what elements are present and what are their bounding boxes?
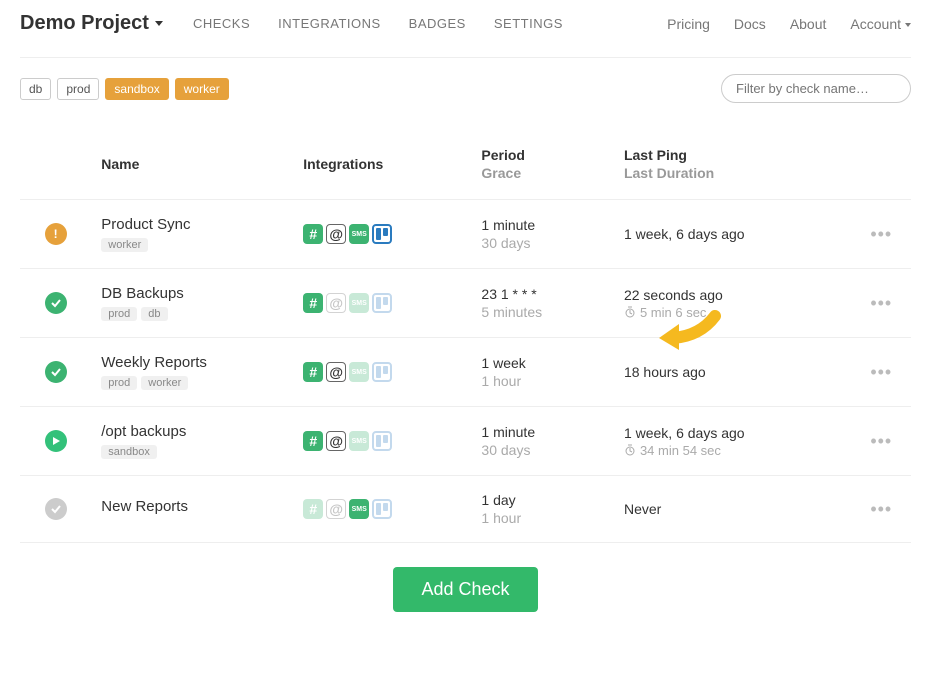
- status-play-icon: [45, 430, 67, 452]
- trello-icon[interactable]: [372, 362, 392, 382]
- col-ping: Last Ping: [624, 147, 687, 163]
- status-idle-icon: [45, 498, 67, 520]
- nav-about[interactable]: About: [790, 16, 827, 32]
- checks-table: Name Integrations Period Grace Last Ping…: [20, 139, 911, 636]
- mail-icon[interactable]: @: [326, 224, 346, 244]
- add-check-button[interactable]: Add Check: [393, 567, 537, 612]
- row-tag[interactable]: prod: [101, 376, 137, 390]
- filter-tag-prod[interactable]: prod: [57, 78, 99, 100]
- sms-icon[interactable]: SMS: [349, 499, 369, 519]
- row-tag[interactable]: worker: [101, 238, 148, 252]
- last-ping-value: Never: [624, 501, 842, 517]
- grace-value: 1 hour: [481, 510, 604, 526]
- row-menu-button[interactable]: •••: [870, 499, 892, 519]
- table-row: DB Backups proddb #@SMS 23 1 * * * 5 minutes…: [20, 269, 911, 338]
- row-tag[interactable]: db: [141, 307, 167, 321]
- project-name: Demo Project: [20, 12, 149, 35]
- filter-tags: dbprod sandbox worker: [20, 78, 229, 100]
- filter-tag-db[interactable]: db: [20, 78, 51, 100]
- trello-icon[interactable]: [372, 499, 392, 519]
- mail-icon[interactable]: @: [326, 431, 346, 451]
- nav-settings[interactable]: SETTINGS: [494, 16, 563, 31]
- period-value: 1 minute: [481, 217, 604, 233]
- filter-tag-sandbox[interactable]: sandbox: [105, 78, 168, 100]
- row-menu-button[interactable]: •••: [870, 293, 892, 313]
- row-menu-button[interactable]: •••: [870, 224, 892, 244]
- nav-main: CHECKS INTEGRATIONS BADGES SETTINGS: [193, 16, 563, 31]
- nav-integrations[interactable]: INTEGRATIONS: [278, 16, 381, 31]
- row-menu-button[interactable]: •••: [870, 431, 892, 451]
- period-value: 1 day: [481, 492, 604, 508]
- table-row: /opt backups sandbox #@SMS 1 minute 30 days 1…: [20, 407, 911, 476]
- slack-icon[interactable]: #: [303, 362, 323, 382]
- period-value: 23 1 * * *: [481, 286, 604, 302]
- slack-icon[interactable]: #: [303, 224, 323, 244]
- trello-icon[interactable]: [372, 293, 392, 313]
- status-warn-icon: !: [45, 223, 67, 245]
- last-duration-value: 34 min 54 sec: [624, 443, 842, 458]
- mail-icon[interactable]: @: [326, 293, 346, 313]
- last-ping-value: 1 week, 6 days ago: [624, 425, 842, 441]
- slack-icon[interactable]: #: [303, 293, 323, 313]
- sms-icon[interactable]: SMS: [349, 431, 369, 451]
- col-name: Name: [101, 156, 139, 172]
- project-dropdown[interactable]: Demo Project: [20, 12, 163, 35]
- stopwatch-icon: [624, 306, 636, 318]
- sms-icon[interactable]: SMS: [349, 224, 369, 244]
- stopwatch-icon: [624, 444, 636, 456]
- nav-docs[interactable]: Docs: [734, 16, 766, 32]
- last-duration-value: 5 min 6 sec: [624, 305, 842, 320]
- caret-down-icon: [905, 23, 911, 27]
- navbar: Demo Project CHECKS INTEGRATIONS BADGES …: [20, 0, 911, 58]
- nav-account[interactable]: Account: [850, 16, 911, 32]
- sms-icon[interactable]: SMS: [349, 293, 369, 313]
- filter-input[interactable]: [721, 74, 911, 103]
- slack-icon[interactable]: #: [303, 499, 323, 519]
- check-name[interactable]: DB Backups: [101, 285, 283, 302]
- check-name[interactable]: Weekly Reports: [101, 354, 283, 371]
- mail-icon[interactable]: @: [326, 499, 346, 519]
- grace-value: 30 days: [481, 442, 604, 458]
- trello-icon[interactable]: [372, 431, 392, 451]
- row-tag[interactable]: sandbox: [101, 445, 157, 459]
- status-ok-icon: [45, 361, 67, 383]
- nav-badges[interactable]: BADGES: [409, 16, 466, 31]
- check-name[interactable]: Product Sync: [101, 216, 283, 233]
- trello-icon[interactable]: [372, 224, 392, 244]
- grace-value: 30 days: [481, 235, 604, 251]
- nav-right: Pricing Docs About Account: [667, 16, 911, 32]
- caret-down-icon: [155, 21, 163, 26]
- grace-value: 1 hour: [481, 373, 604, 389]
- check-name[interactable]: /opt backups: [101, 423, 283, 440]
- slack-icon[interactable]: #: [303, 431, 323, 451]
- last-ping-value: 1 week, 6 days ago: [624, 226, 842, 242]
- col-period-sub: Grace: [481, 165, 604, 181]
- col-ping-sub: Last Duration: [624, 165, 842, 181]
- row-tag[interactable]: worker: [141, 376, 188, 390]
- last-ping-value: 22 seconds ago: [624, 287, 842, 303]
- grace-value: 5 minutes: [481, 304, 604, 320]
- last-ping-value: 18 hours ago: [624, 364, 842, 380]
- period-value: 1 week: [481, 355, 604, 371]
- status-ok-icon: [45, 292, 67, 314]
- row-tag[interactable]: prod: [101, 307, 137, 321]
- filter-tag-worker[interactable]: worker: [175, 78, 229, 100]
- table-row: Weekly Reports prod worker #@SMS 1 week 1 hou…: [20, 338, 911, 407]
- period-value: 1 minute: [481, 424, 604, 440]
- row-menu-button[interactable]: •••: [870, 362, 892, 382]
- check-name[interactable]: New Reports: [101, 498, 283, 515]
- nav-checks[interactable]: CHECKS: [193, 16, 250, 31]
- mail-icon[interactable]: @: [326, 362, 346, 382]
- col-period: Period: [481, 147, 525, 163]
- nav-pricing[interactable]: Pricing: [667, 16, 710, 32]
- sms-icon[interactable]: SMS: [349, 362, 369, 382]
- filter-bar: dbprod sandbox worker: [20, 58, 911, 119]
- table-row: ! Product Sync worker #@SMS 1 minute 30 days 1…: [20, 200, 911, 269]
- col-integrations: Integrations: [303, 156, 383, 172]
- table-row: New Reports #@SMS 1 day 1 hour Never •••: [20, 476, 911, 543]
